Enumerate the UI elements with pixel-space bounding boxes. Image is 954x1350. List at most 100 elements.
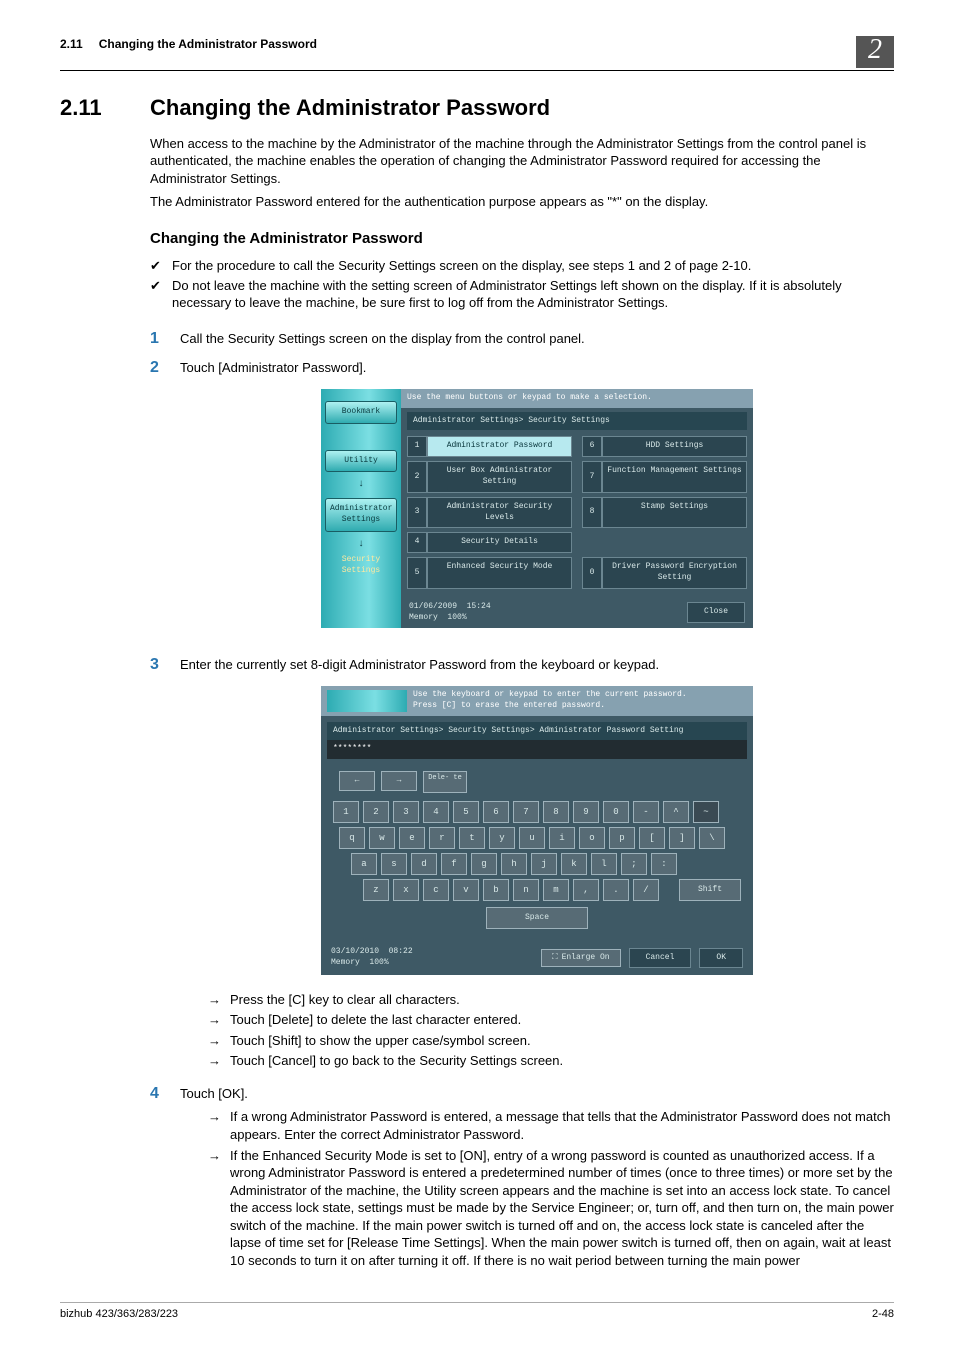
keyboard-key[interactable]: 6 [483, 801, 509, 823]
note-item: Press the [C] key to clear all character… [208, 991, 894, 1009]
keyboard-key[interactable]: g [471, 853, 497, 875]
keyboard-key[interactable]: 7 [513, 801, 539, 823]
admin-settings-button[interactable]: Administrator Settings [325, 498, 397, 532]
enlarge-display-button[interactable]: ⛶Enlarge On [541, 949, 621, 968]
cursor-right-button[interactable]: → [381, 771, 417, 791]
intro-paragraph-1: When access to the machine by the Admini… [150, 135, 894, 188]
keyboard-key[interactable]: y [489, 827, 515, 849]
title-number: 2.11 [60, 93, 150, 123]
keyboard-key[interactable]: t [459, 827, 485, 849]
keyboard-key[interactable]: 5 [453, 801, 479, 823]
keyboard-key[interactable]: v [453, 879, 479, 901]
menu-num: 5 [407, 557, 427, 589]
keyboard-key[interactable]: - [633, 801, 659, 823]
keyboard-key[interactable]: o [579, 827, 605, 849]
note-item: Touch [Shift] to show the upper case/sym… [208, 1032, 894, 1050]
keyboard-key[interactable]: / [633, 879, 659, 901]
security-details-button[interactable]: Security Details [427, 532, 572, 553]
keyboard-key[interactable]: w [369, 827, 395, 849]
ok-button[interactable]: OK [699, 948, 743, 969]
keyboard-key[interactable]: e [399, 827, 425, 849]
userbox-admin-button[interactable]: User Box Administrator Setting [427, 461, 572, 493]
admin-security-levels-button[interactable]: Administrator Security Levels [427, 497, 572, 529]
keyboard-key[interactable]: 4 [423, 801, 449, 823]
utility-button[interactable]: Utility [325, 450, 397, 473]
keyboard-key[interactable]: a [351, 853, 377, 875]
header-section-title: Changing the Administrator Password [99, 36, 317, 52]
function-mgmt-button[interactable]: Function Management Settings [602, 461, 747, 493]
keyboard-key[interactable]: \ [699, 827, 725, 849]
note-item: If the Enhanced Security Mode is set to … [208, 1147, 894, 1270]
close-button[interactable]: Close [687, 602, 745, 623]
keyboard-key[interactable]: ] [669, 827, 695, 849]
keyboard-key[interactable]: m [543, 879, 569, 901]
title-text: Changing the Administrator Password [150, 95, 550, 120]
keyboard-key[interactable]: l [591, 853, 617, 875]
chapter-badge: 2 [856, 36, 894, 68]
delete-button[interactable]: Dele- te [423, 771, 467, 793]
keyboard-key[interactable]: k [561, 853, 587, 875]
driver-pwd-encrypt-button[interactable]: Driver Password Encryption Setting [602, 557, 747, 589]
step-text: Touch [OK]. [180, 1086, 248, 1101]
keyboard-key[interactable]: ; [621, 853, 647, 875]
keyboard-key[interactable]: ~ [693, 801, 719, 823]
note-item: Touch [Delete] to delete the last charac… [208, 1011, 894, 1029]
keyboard-key[interactable]: h [501, 853, 527, 875]
screenshot-keyboard: Use the keyboard or keypad to enter the … [321, 686, 753, 975]
down-arrow-icon: ↓ [325, 478, 397, 492]
keyboard-key[interactable]: d [411, 853, 437, 875]
keyboard-key[interactable]: f [441, 853, 467, 875]
keyboard-key[interactable]: j [531, 853, 557, 875]
admin-password-button[interactable]: Administrator Password [427, 436, 572, 457]
step-1: 1 Call the Security Settings screen on t… [150, 324, 894, 354]
breadcrumb: Administrator Settings> Security Setting… [327, 722, 747, 741]
keyboard-key[interactable]: c [423, 879, 449, 901]
step-number: 1 [150, 328, 159, 350]
keyboard-key[interactable]: ^ [663, 801, 689, 823]
space-key[interactable]: Space [486, 907, 588, 929]
status-bar: 03/10/2010 08:22 Memory 100% [331, 947, 413, 969]
cursor-left-button[interactable]: ← [339, 771, 375, 791]
cancel-button[interactable]: Cancel [629, 948, 692, 969]
intro-paragraph-2: The Administrator Password entered for t… [150, 193, 894, 211]
keyboard-key[interactable]: 3 [393, 801, 419, 823]
keyboard-key[interactable]: q [339, 827, 365, 849]
keyboard-key[interactable]: 1 [333, 801, 359, 823]
bookmark-button[interactable]: Bookmark [325, 401, 397, 424]
prerequisite-list: For the procedure to call the Security S… [150, 257, 894, 312]
keyboard-key[interactable]: 0 [603, 801, 629, 823]
enlarge-icon: ⛶ [552, 953, 558, 964]
keyboard-key[interactable]: p [609, 827, 635, 849]
menu-num: 8 [582, 497, 602, 529]
keyboard-key[interactable]: u [519, 827, 545, 849]
footer-page-number: 2-48 [872, 1307, 894, 1322]
keyboard-key[interactable]: [ [639, 827, 665, 849]
keyboard-key[interactable]: , [573, 879, 599, 901]
hint-text: Use the menu buttons or keypad to make a… [401, 389, 753, 408]
keyboard-key[interactable]: . [603, 879, 629, 901]
step-number: 2 [150, 357, 159, 379]
step-3-notes: Press the [C] key to clear all character… [208, 991, 894, 1070]
keyboard-key[interactable]: : [651, 853, 677, 875]
keyboard-key[interactable]: n [513, 879, 539, 901]
keyboard-key[interactable]: r [429, 827, 455, 849]
keyboard-key[interactable]: 2 [363, 801, 389, 823]
note-item: Touch [Cancel] to go back to the Securit… [208, 1052, 894, 1070]
shift-key[interactable]: Shift [679, 879, 741, 901]
password-field[interactable]: ******** [327, 740, 747, 759]
down-arrow-icon: ↓ [325, 538, 397, 552]
keyboard-key[interactable]: b [483, 879, 509, 901]
status-bar: 01/06/2009 15:24 Memory 100% [409, 602, 491, 624]
enhanced-security-button[interactable]: Enhanced Security Mode [427, 557, 572, 589]
keyboard-key[interactable]: z [363, 879, 389, 901]
keyboard-key[interactable]: x [393, 879, 419, 901]
checklist-item: For the procedure to call the Security S… [150, 257, 894, 275]
keyboard-key[interactable]: 9 [573, 801, 599, 823]
keyboard-key[interactable]: i [549, 827, 575, 849]
hdd-settings-button[interactable]: HDD Settings [602, 436, 747, 457]
keyboard-key[interactable]: s [381, 853, 407, 875]
hint-text: Use the keyboard or keypad to enter the … [407, 690, 687, 712]
screenshot-security-settings: Bookmark Utility ↓ Administrator Setting… [321, 389, 753, 629]
keyboard-key[interactable]: 8 [543, 801, 569, 823]
stamp-settings-button[interactable]: Stamp Settings [602, 497, 747, 529]
